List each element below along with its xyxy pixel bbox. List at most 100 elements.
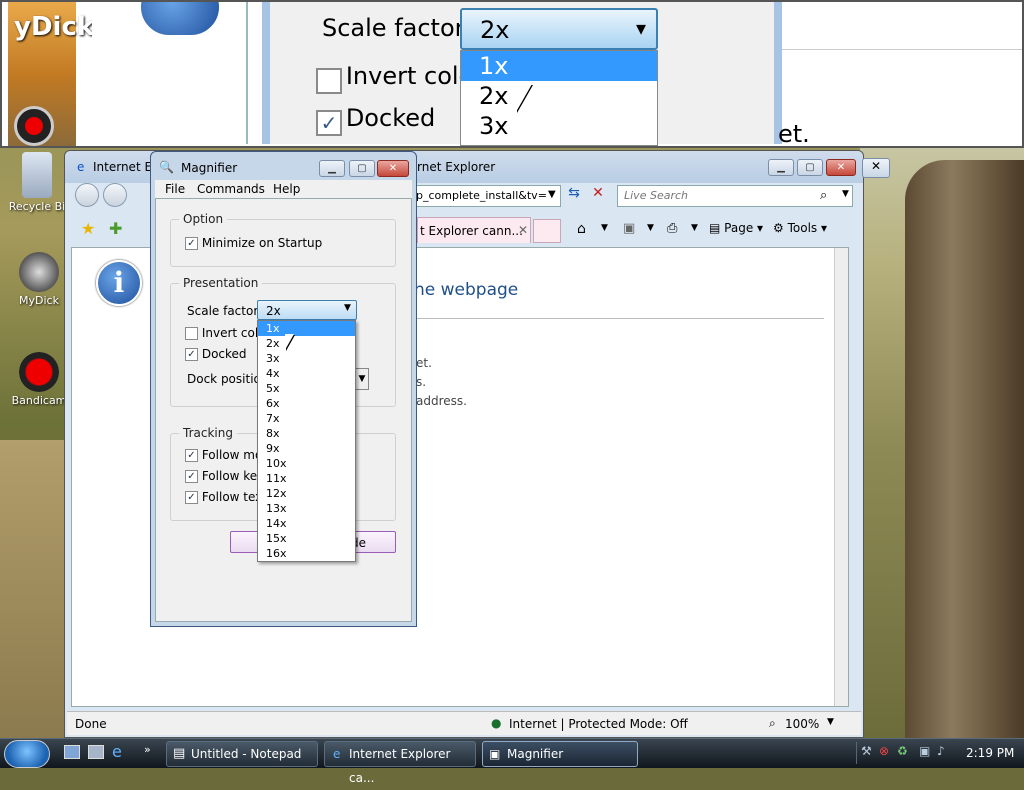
info-icon: i [96,260,142,306]
back-button[interactable] [75,183,99,207]
error-heading: he webpage [414,280,519,300]
feeds-icon[interactable]: ▣ [623,221,635,236]
clock[interactable]: 2:19 PM [966,746,1014,760]
more-icon[interactable]: » [144,743,151,756]
forward-button[interactable] [103,183,127,207]
scale-factor-dropdown[interactable]: 1x 2x 3x 4x 5x 6x 7x 8x 9x 10x 11x 12x 13x 14x 15x 16x [257,320,356,562]
notepad-icon: ▤ [173,746,186,761]
print-icon[interactable]: ⎙ [667,221,677,236]
scale-option[interactable]: 8x [258,426,355,441]
follow-keyboard-row[interactable]: ✓ Follow key [185,469,264,483]
follow-mouse-checkbox[interactable]: ✓ [185,449,198,462]
invert-checkbox[interactable] [185,327,198,340]
scale-option[interactable]: 14x [258,516,355,531]
maximize-button[interactable]: ▢ [349,160,375,177]
sync-icon[interactable]: ♻ [897,744,908,758]
taskbar-item-label: Internet Explorer ca... [349,747,451,785]
scale-option[interactable]: 12x [258,486,355,501]
scale-option[interactable]: 1x [258,321,355,336]
refresh-icon[interactable]: ⇆ [563,185,585,207]
chevron-down-icon: ▾ [635,16,646,40]
new-tab-button[interactable] [533,219,561,243]
scale-option[interactable]: 4x [258,366,355,381]
scale-option[interactable]: 16x [258,546,355,561]
minimize-on-startup-row[interactable]: ✓ Minimize on Startup [185,236,322,250]
close-button[interactable]: ✕ [377,160,409,177]
scale-option[interactable]: 13x [258,501,355,516]
scale-option[interactable]: 10x [258,456,355,471]
scale-option[interactable]: 9x [258,441,355,456]
taskbar-item-ie[interactable]: e Internet Explorer ca... [324,741,476,785]
scale-option[interactable]: 15x [258,531,355,546]
chevron-down-icon[interactable]: ▼ [842,189,849,199]
scale-option[interactable]: 3x [258,351,355,366]
scale-factor-combo[interactable]: 2x ▼ [257,300,357,320]
scale-option[interactable]: 2x [258,336,355,351]
docked-row[interactable]: ✓ Docked [185,347,247,361]
ie-status-bar: Done ● Internet | Protected Mode: Off ⌕ … [67,711,861,735]
tools-menu-button[interactable]: ⚙ Tools ▾ [773,221,827,235]
magnified-invert-row: Invert colo [316,62,473,94]
chevron-down-icon[interactable]: ▼ [601,223,608,233]
magnifier-view: yDick Scale factor: Invert colo ✓ Docked… [0,0,1024,148]
chevron-down-icon[interactable]: ▼ [827,717,834,727]
follow-text-row[interactable]: ✓ Follow tex [185,490,262,504]
home-icon[interactable]: ⌂ [577,221,586,237]
follow-text-checkbox[interactable]: ✓ [185,491,198,504]
magnified-invert-label: Invert colo [345,62,474,90]
network-icon[interactable]: ⚒ [861,744,872,758]
scale-option[interactable]: 11x [258,471,355,486]
menu-help[interactable]: Help [273,182,300,196]
minimize-button[interactable]: ▁ [768,159,794,176]
minimize-checkbox[interactable]: ✓ [185,237,198,250]
volume-icon[interactable]: ♪ [937,744,945,758]
invert-colors-row[interactable]: Invert colo [185,326,266,340]
show-desktop-icon[interactable] [64,745,80,759]
option-group-label: Option [179,212,228,226]
record-icon [19,352,59,392]
dock-position-combo[interactable]: ▼ [355,368,369,390]
tools-label: Tools [787,221,818,235]
chevron-down-icon[interactable]: ▼ [691,223,698,233]
follow-mouse-row[interactable]: ✓ Follow mo [185,448,262,462]
search-icon[interactable]: ⌕ [820,188,827,203]
security-alert-icon[interactable]: ⊗ [879,744,889,758]
close-tab-icon[interactable]: ✕ [518,223,528,237]
ie-quicklaunch-icon[interactable]: e [112,742,122,761]
menu-file[interactable]: File [165,182,185,196]
status-text: Done [75,717,107,731]
scale-factor-value: 2x [266,304,281,318]
start-button[interactable] [4,740,50,768]
switch-windows-icon[interactable] [88,745,104,759]
magnified-list-item: 2x [479,82,509,110]
page-menu-button[interactable]: ▤ Page ▾ [709,221,763,235]
chevron-down-icon[interactable]: ▼ [548,189,556,200]
tab-active[interactable]: t Explorer cann... ✕ [417,217,531,243]
tab-label: t Explorer cann... [420,224,523,238]
scale-option[interactable]: 7x [258,411,355,426]
close-button[interactable]: ✕ [862,158,890,178]
display-icon[interactable]: ▣ [919,744,930,758]
chevron-down-icon[interactable]: ▼ [647,223,654,233]
follow-keyboard-checkbox[interactable]: ✓ [185,470,198,483]
scale-option[interactable]: 6x [258,396,355,411]
minimize-label: Minimize on Startup [201,236,323,250]
taskbar-item-notepad[interactable]: ▤ Untitled - Notepad [166,741,318,767]
desktop-icon-recycle-bin[interactable]: Recycle Bi [2,152,72,213]
invert-label: Invert colo [201,326,266,340]
scale-option[interactable]: 5x [258,381,355,396]
maximize-button[interactable]: ▢ [797,159,823,176]
search-input[interactable]: Live Search ⌕ ▼ [617,185,853,207]
close-button[interactable]: ✕ [826,159,856,176]
zoom-level[interactable]: 100% [785,717,819,731]
scale-factor-label: Scale factor: [187,304,263,318]
stop-icon[interactable]: ✕ [587,185,609,207]
minimize-button[interactable]: ▁ [319,160,345,177]
favorites-star-icon[interactable]: ★ [81,219,95,238]
ie-scrollbar[interactable] [834,248,848,706]
docked-checkbox[interactable]: ✓ [185,348,198,361]
taskbar-item-magnifier[interactable]: ▣ Magnifier [482,741,638,767]
add-favorite-icon[interactable]: ✚ [109,219,122,238]
magnified-cursor [516,84,532,112]
menu-commands[interactable]: Commands [197,182,265,196]
